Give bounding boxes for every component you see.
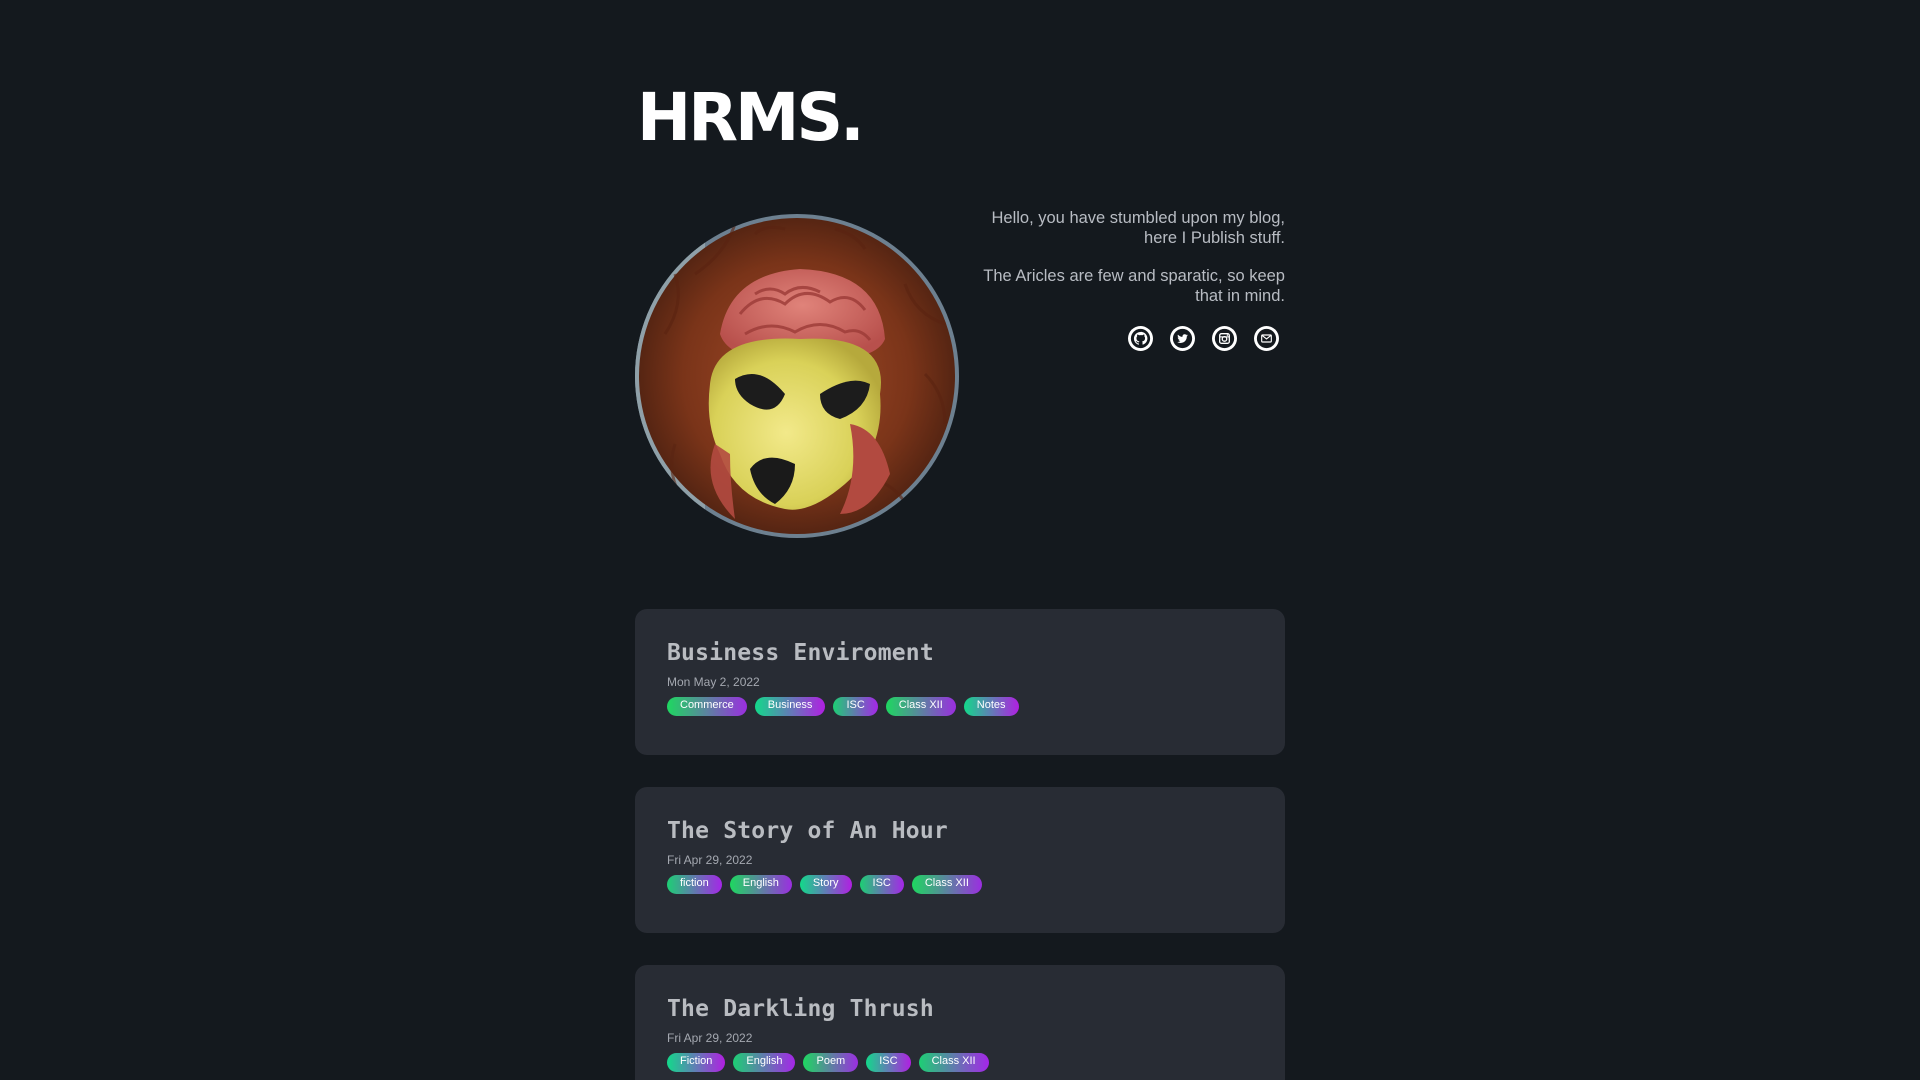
post-tags: fiction English Story ISC Class XII — [667, 875, 1253, 894]
intro-text: Hello, you have stumbled upon my blog, h… — [965, 208, 1285, 324]
tag[interactable]: fiction — [667, 875, 722, 894]
post-title[interactable]: The Darkling Thrush — [667, 995, 1253, 1023]
twitter-icon — [1172, 328, 1193, 349]
post-tags: Commerce Business ISC Class XII Notes — [667, 697, 1253, 716]
site-title[interactable]: HRMS. — [637, 78, 1272, 158]
tag[interactable]: English — [733, 1053, 796, 1072]
tag[interactable]: ISC — [833, 697, 878, 716]
tag[interactable]: Fiction — [667, 1053, 726, 1072]
tag[interactable]: Poem — [803, 1053, 859, 1072]
post-date: Mon May 2, 2022 — [667, 675, 760, 689]
avatar — [635, 214, 959, 538]
tag[interactable]: Class XII — [911, 875, 982, 894]
mail-icon — [1256, 328, 1277, 349]
post-card[interactable]: The Story of An Hour Fri Apr 29, 2022 fi… — [635, 787, 1285, 933]
avatar-image — [635, 214, 959, 538]
instagram-link[interactable] — [1212, 326, 1237, 351]
tag[interactable]: Story — [799, 875, 852, 894]
github-link[interactable] — [1128, 326, 1153, 351]
tag[interactable]: Commerce — [667, 697, 747, 716]
tag[interactable]: English — [729, 875, 792, 894]
post-date: Fri Apr 29, 2022 — [667, 1031, 753, 1045]
tag[interactable]: Business — [754, 697, 826, 716]
post-date: Fri Apr 29, 2022 — [667, 853, 753, 867]
tag[interactable]: ISC — [859, 875, 904, 894]
tag[interactable]: Class XII — [918, 1053, 989, 1072]
intro-line-2: The Aricles are few and sparatic, so kee… — [983, 267, 1285, 305]
post-tags: Fiction English Poem ISC Class XII — [667, 1053, 1253, 1072]
post-card[interactable]: Business Enviroment Mon May 2, 2022 Comm… — [635, 609, 1285, 755]
tag[interactable]: ISC — [866, 1053, 911, 1072]
post-list: Business Enviroment Mon May 2, 2022 Comm… — [635, 609, 1285, 1080]
github-icon — [1130, 328, 1151, 349]
intro-line-1: Hello, you have stumbled upon my blog, h… — [991, 209, 1285, 247]
post-title[interactable]: Business Enviroment — [667, 639, 1253, 667]
post-title[interactable]: The Story of An Hour — [667, 817, 1253, 845]
hero-section: Hello, you have stumbled upon my blog, h… — [635, 209, 1285, 609]
mail-link[interactable] — [1254, 326, 1279, 351]
twitter-link[interactable] — [1170, 326, 1195, 351]
tag[interactable]: Notes — [963, 697, 1019, 716]
social-links — [1128, 326, 1279, 351]
post-card[interactable]: The Darkling Thrush Fri Apr 29, 2022 Fic… — [635, 965, 1285, 1080]
tag[interactable]: Class XII — [885, 697, 956, 716]
instagram-icon — [1214, 328, 1235, 349]
page-container: HRMS. Hello, you have stumbled upon my b… — [635, 0, 1285, 1080]
